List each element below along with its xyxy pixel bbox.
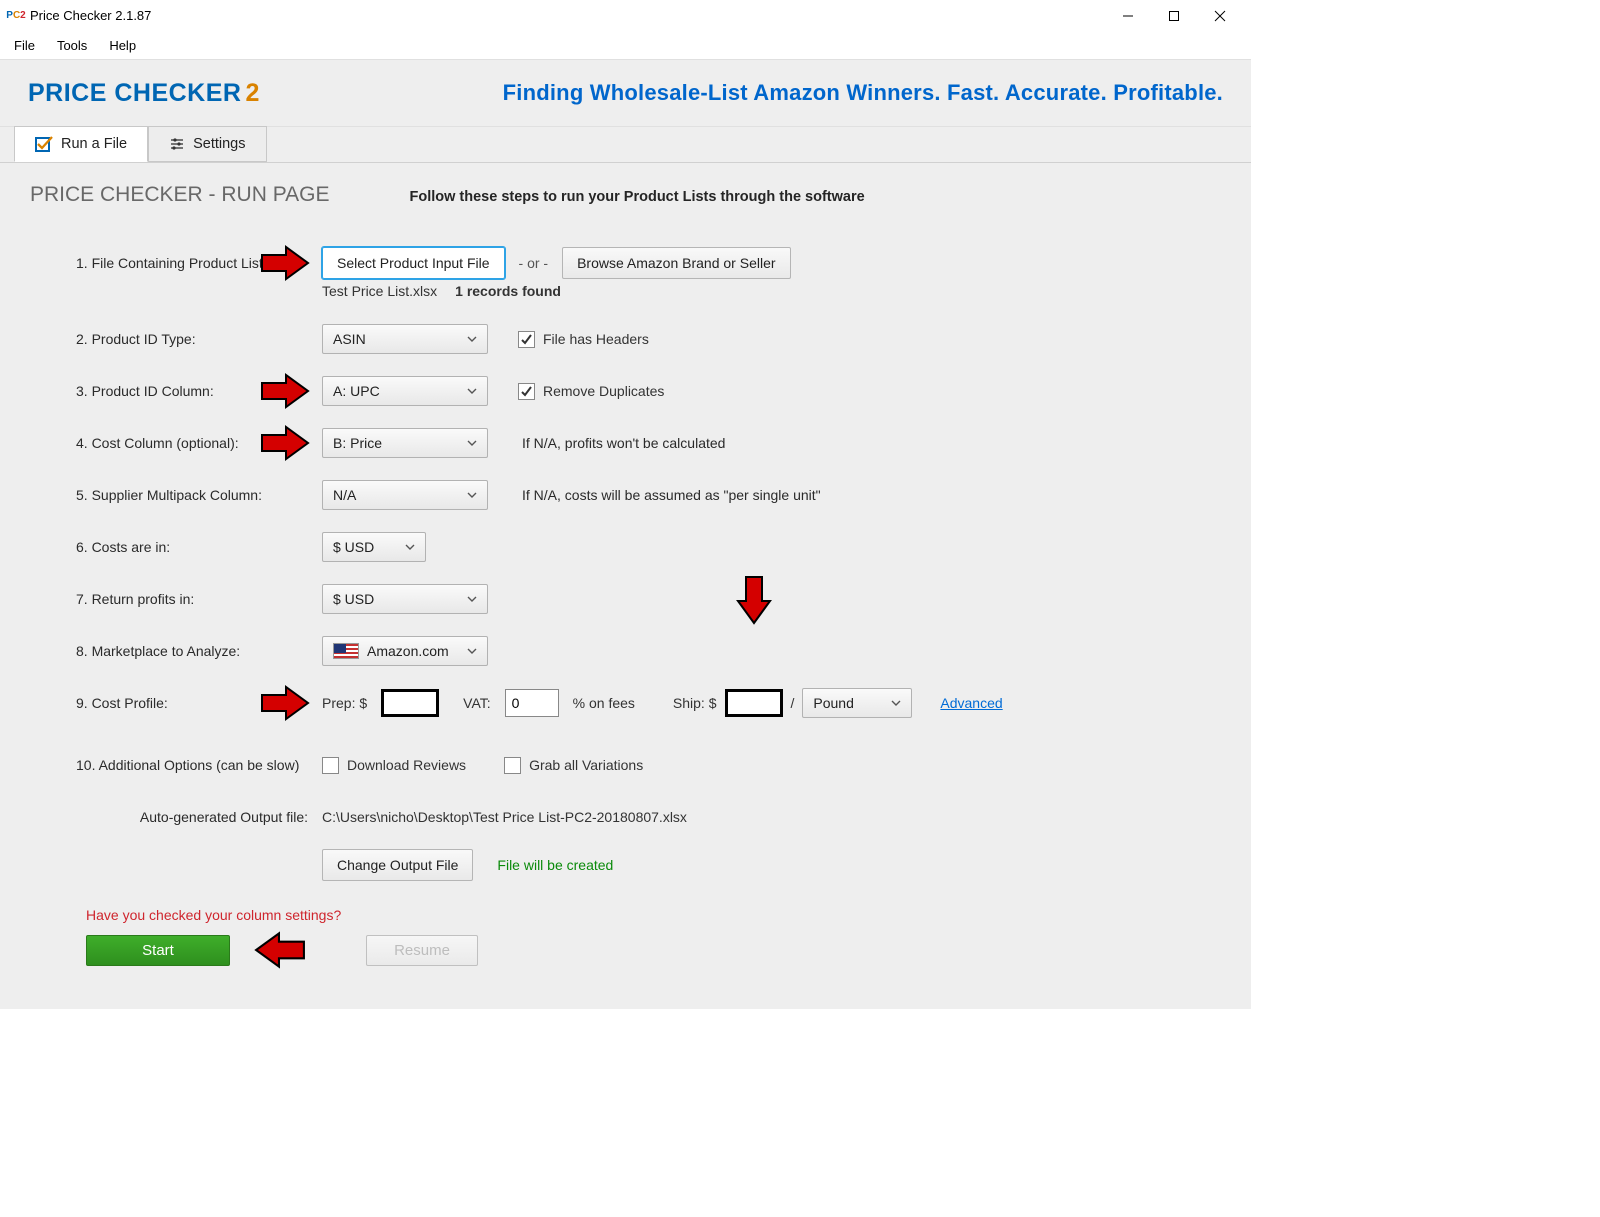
vat-suffix: % on fees — [573, 695, 635, 711]
sliders-icon — [169, 136, 185, 152]
column-settings-warning: Have you checked your column settings? — [86, 907, 1221, 923]
product-id-column-select[interactable]: A: UPC — [322, 376, 488, 406]
per-separator: / — [791, 695, 795, 711]
or-separator: - or - — [519, 255, 549, 271]
arrow-indicator-icon — [260, 425, 310, 461]
resume-button[interactable]: Resume — [366, 935, 478, 966]
chevron-down-icon — [467, 438, 477, 448]
tagline: Finding Wholesale-List Amazon Winners. F… — [503, 80, 1223, 106]
vat-label: VAT: — [463, 695, 491, 711]
vat-input[interactable] — [505, 689, 559, 717]
app-icon: PC2 — [8, 8, 24, 24]
menu-file[interactable]: File — [14, 38, 35, 53]
window-title: Price Checker 2.1.87 — [30, 8, 151, 23]
chevron-down-icon — [467, 386, 477, 396]
cost-column-hint: If N/A, profits won't be calculated — [522, 435, 725, 451]
ship-cost-input[interactable] — [725, 689, 783, 717]
arrow-indicator-icon — [260, 685, 310, 721]
download-reviews-checkbox[interactable]: Download Reviews — [322, 757, 466, 774]
menu-tools[interactable]: Tools — [57, 38, 87, 53]
chevron-down-icon — [467, 490, 477, 500]
multipack-column-select[interactable]: N/A — [322, 480, 488, 510]
grab-variations-checkbox[interactable]: Grab all Variations — [504, 757, 643, 774]
output-file-label: Auto-generated Output file: — [30, 809, 322, 825]
input-filename: Test Price List.xlsx — [322, 283, 437, 299]
arrow-indicator-icon — [260, 245, 310, 281]
file-has-headers-checkbox[interactable]: File has Headers — [518, 331, 649, 348]
step8-label: 8. Marketplace to Analyze: — [30, 643, 322, 659]
remove-duplicates-checkbox[interactable]: Remove Duplicates — [518, 383, 664, 400]
close-button[interactable] — [1197, 0, 1243, 32]
step2-label: 2. Product ID Type: — [30, 331, 322, 347]
marketplace-select[interactable]: Amazon.com — [322, 636, 488, 666]
arrow-indicator-icon — [260, 373, 310, 409]
step6-label: 6. Costs are in: — [30, 539, 322, 555]
chevron-down-icon — [467, 334, 477, 344]
brand-suffix: 2 — [245, 79, 259, 108]
multipack-hint: If N/A, costs will be assumed as "per si… — [522, 487, 821, 503]
main-area: PRICE CHECKER - RUN PAGE Follow these st… — [0, 163, 1251, 1009]
product-id-type-select[interactable]: ASIN — [322, 324, 488, 354]
browse-amazon-button[interactable]: Browse Amazon Brand or Seller — [562, 247, 790, 279]
arrow-indicator-icon — [254, 931, 306, 969]
page-title: PRICE CHECKER - RUN PAGE — [30, 183, 330, 207]
menubar: File Tools Help — [0, 32, 1251, 59]
cost-column-select[interactable]: B: Price — [322, 428, 488, 458]
titlebar: PC2 Price Checker 2.1.87 — [0, 0, 1251, 32]
chevron-down-icon — [405, 542, 415, 552]
output-file-path: C:\Users\nicho\Desktop\Test Price List-P… — [322, 809, 687, 825]
step10-label: 10. Additional Options (can be slow) — [30, 757, 322, 773]
tabstrip: Run a File Settings — [0, 127, 1251, 163]
chevron-down-icon — [467, 594, 477, 604]
header-band: PRICE CHECKER 2 Finding Wholesale-List A… — [0, 59, 1251, 127]
prep-label: Prep: $ — [322, 695, 367, 711]
us-flag-icon — [333, 643, 359, 659]
output-status: File will be created — [497, 857, 613, 873]
chevron-down-icon — [891, 698, 901, 708]
start-button[interactable]: Start — [86, 935, 230, 966]
prep-cost-input[interactable] — [381, 689, 439, 717]
records-found: 1 records found — [455, 283, 561, 299]
select-input-file-button[interactable]: Select Product Input File — [322, 247, 505, 279]
step5-label: 5. Supplier Multipack Column: — [30, 487, 322, 503]
tab-settings-label: Settings — [193, 136, 245, 152]
advanced-link[interactable]: Advanced — [940, 695, 1002, 711]
menu-help[interactable]: Help — [109, 38, 136, 53]
arrow-indicator-icon — [733, 575, 775, 625]
minimize-button[interactable] — [1105, 0, 1151, 32]
change-output-file-button[interactable]: Change Output File — [322, 849, 473, 881]
tab-run-label: Run a File — [61, 136, 127, 152]
chevron-down-icon — [467, 646, 477, 656]
maximize-button[interactable] — [1151, 0, 1197, 32]
checkbox-icon — [35, 135, 53, 153]
page-instructions: Follow these steps to run your Product L… — [410, 189, 865, 205]
profits-currency-select[interactable]: $ USD — [322, 584, 488, 614]
ship-unit-select[interactable]: Pound — [802, 688, 912, 718]
brand-text: PRICE CHECKER — [28, 79, 241, 108]
ship-label: Ship: $ — [673, 695, 717, 711]
step7-label: 7. Return profits in: — [30, 591, 322, 607]
tab-run-file[interactable]: Run a File — [14, 126, 148, 162]
costs-currency-select[interactable]: $ USD — [322, 532, 426, 562]
tab-settings[interactable]: Settings — [148, 126, 266, 162]
